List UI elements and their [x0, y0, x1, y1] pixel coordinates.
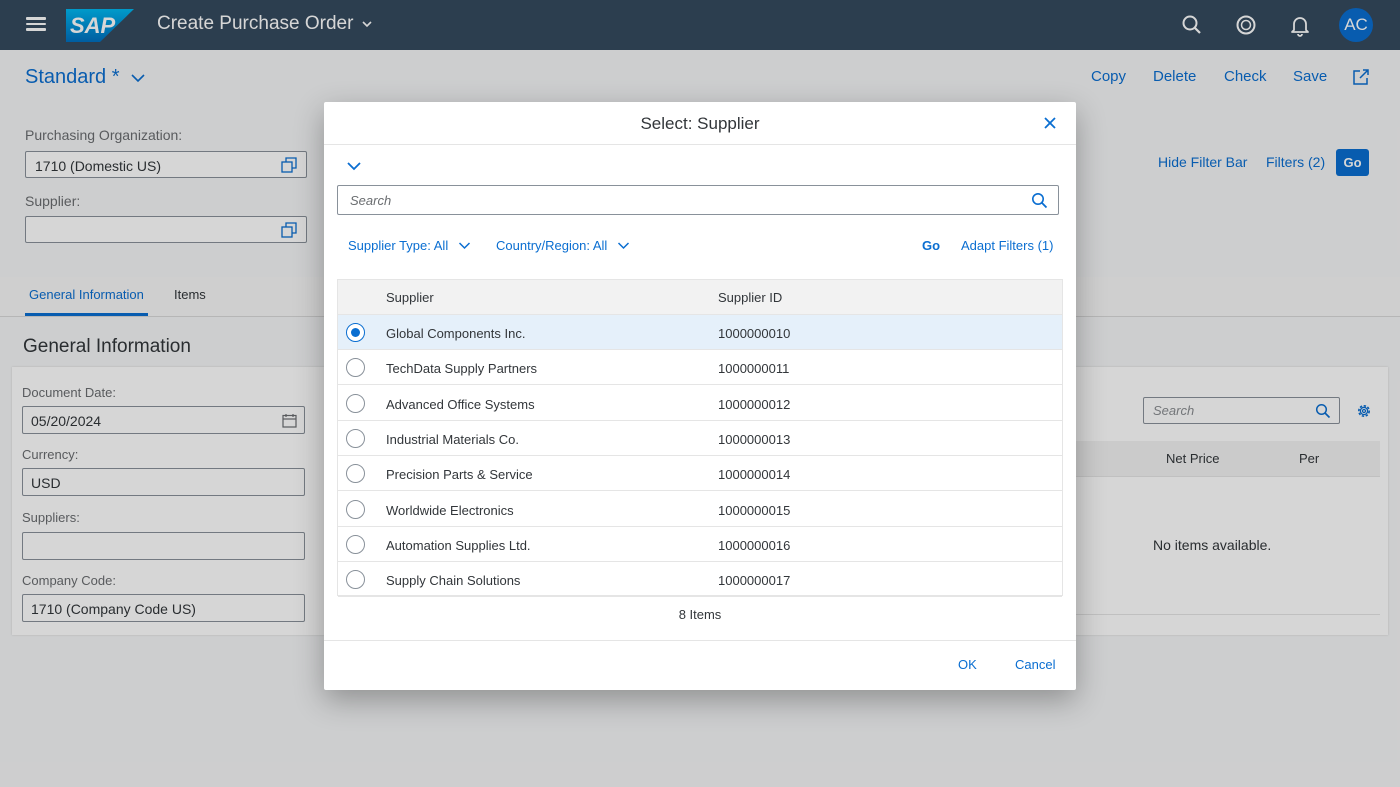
supplier-name: Advanced Office Systems — [386, 396, 535, 412]
supplier-table-header: Supplier Supplier ID — [338, 280, 1062, 315]
row-radio-button[interactable] — [346, 358, 365, 378]
column-supplier[interactable]: Supplier — [386, 290, 434, 305]
table-row[interactable]: Industrial Materials Co. 1000000013 — [338, 421, 1062, 456]
supplier-id: 1000000017 — [718, 573, 791, 589]
dialog-go-button[interactable]: Go — [922, 238, 940, 253]
supplier-id: 1000000015 — [718, 502, 791, 518]
table-row[interactable]: Supply Chain Solutions 1000000017 — [338, 562, 1062, 598]
supplier-name: Precision Parts & Service — [386, 467, 533, 483]
dialog-search-input[interactable]: Search — [337, 185, 1059, 215]
dialog-header: Select: Supplier — [324, 102, 1076, 145]
row-radio-button[interactable] — [346, 464, 365, 484]
supplier-id: 1000000016 — [718, 537, 791, 553]
supplier-id: 1000000012 — [718, 396, 791, 412]
chevron-down-icon — [459, 242, 471, 250]
supplier-name: Global Components Inc. — [386, 326, 526, 341]
supplier-name: Worldwide Electronics — [386, 502, 514, 518]
supplier-name: Automation Supplies Ltd. — [386, 537, 531, 553]
ok-button[interactable]: OK — [958, 657, 977, 672]
chevron-down-icon — [618, 242, 630, 250]
supplier-id: 1000000010 — [718, 326, 791, 341]
table-row[interactable]: Automation Supplies Ltd. 1000000016 — [338, 527, 1062, 562]
row-radio-button[interactable] — [346, 570, 365, 590]
search-icon[interactable] — [1031, 192, 1048, 209]
table-row[interactable]: Worldwide Electronics 1000000015 — [338, 492, 1062, 527]
table-row[interactable]: TechData Supply Partners 1000000011 — [338, 350, 1062, 386]
country-region-filter[interactable]: Country/Region: All — [496, 238, 630, 253]
column-supplier-id[interactable]: Supplier ID — [718, 290, 782, 305]
dialog-title: Select: Supplier — [640, 114, 760, 133]
close-icon[interactable] — [1042, 115, 1058, 131]
supplier-id: 1000000014 — [718, 467, 791, 483]
table-row[interactable]: Precision Parts & Service 1000000014 — [338, 456, 1062, 492]
table-row[interactable]: Advanced Office Systems 1000000012 — [338, 386, 1062, 421]
items-count: 8 Items — [678, 607, 722, 622]
collapse-filters-icon[interactable] — [346, 159, 362, 173]
table-row[interactable]: Global Components Inc. 1000000010 — [338, 315, 1062, 350]
supplier-type-filter-label: Supplier Type: All — [348, 238, 449, 253]
supplier-id: 1000000013 — [718, 431, 791, 447]
supplier-name: Supply Chain Solutions — [386, 573, 521, 589]
row-radio-button[interactable] — [346, 323, 365, 342]
cancel-button[interactable]: Cancel — [1015, 657, 1055, 672]
row-radio-button[interactable] — [346, 534, 365, 554]
row-radio-button[interactable] — [346, 499, 365, 519]
supplier-name: Industrial Materials Co. — [386, 431, 519, 447]
supplier-name: TechData Supply Partners — [386, 361, 538, 377]
supplier-id: 1000000011 — [718, 361, 790, 377]
select-supplier-dialog: Select: Supplier Search Supplier Type: A… — [324, 102, 1076, 690]
adapt-filters-button[interactable]: Adapt Filters (1) — [961, 238, 1053, 253]
dialog-search-placeholder: Search — [350, 193, 392, 208]
country-region-filter-label: Country/Region: All — [496, 238, 608, 253]
supplier-type-filter[interactable]: Supplier Type: All — [348, 238, 471, 253]
dialog-footer: OK Cancel — [324, 640, 1076, 690]
row-radio-button[interactable] — [346, 428, 365, 448]
row-radio-button[interactable] — [346, 393, 365, 413]
supplier-table: Supplier Supplier ID Global Components I… — [337, 279, 1063, 598]
